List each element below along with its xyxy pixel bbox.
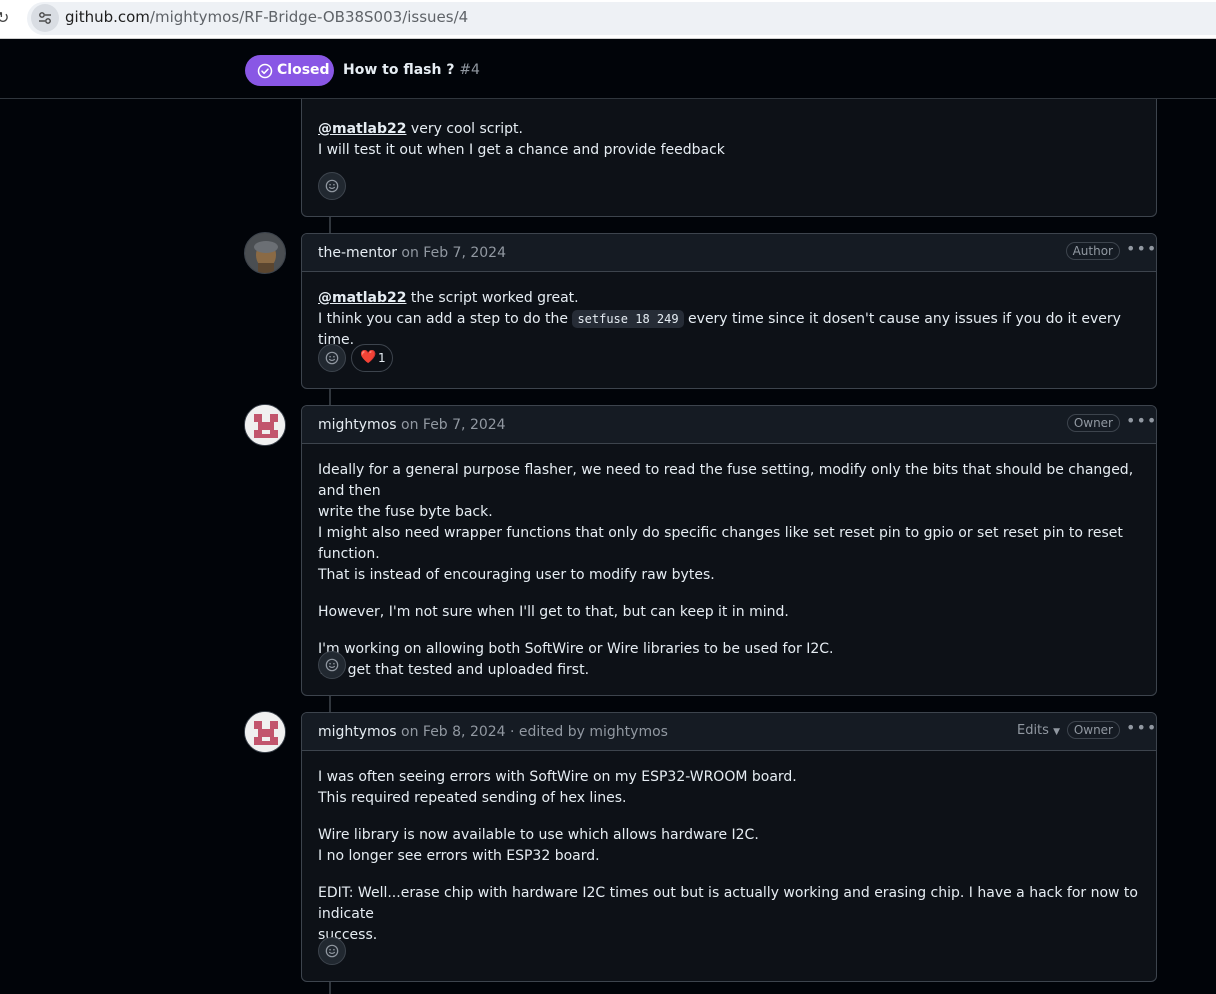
avatar-mightymos[interactable] — [244, 404, 286, 446]
timeline-connector — [329, 388, 331, 406]
timeline-connector — [329, 216, 331, 234]
comment-text: the script worked great. — [406, 290, 579, 306]
check-circle-icon — [257, 63, 273, 79]
edited-by-label: · edited by mightymos — [510, 724, 668, 740]
smiley-icon — [325, 179, 339, 193]
author-badge: Author — [1065, 242, 1120, 260]
smiley-icon — [325, 944, 339, 958]
url-text[interactable]: github.com/mightymos/RF-Bridge-OB38S003/… — [65, 8, 468, 26]
comment-header: mightymos on Feb 7, 2024 Owner ••• — [302, 406, 1156, 444]
comment-text: Wire library is now available to use whi… — [318, 827, 759, 843]
avatar-mightymos[interactable] — [244, 711, 286, 753]
owner-badge: Owner — [1066, 414, 1120, 432]
comment-header: the-mentor on Feb 7, 2024 Author ••• — [302, 234, 1156, 272]
user-mention[interactable]: @matlab22 — [318, 121, 406, 137]
sticky-issue-header-content: Closed How to flash ? #4 — [0, 39, 1216, 98]
comment-paragraph: EDIT: Well...erase chip with hardware I2… — [318, 883, 1140, 946]
comment-author-line: mightymos on Feb 7, 2024 — [318, 417, 506, 433]
edits-dropdown[interactable]: Edits ▼ — [1017, 723, 1060, 738]
comment-text: Ideally for a general purpose flasher, w… — [318, 462, 1134, 499]
heart-icon: ❤️ — [360, 350, 377, 365]
caret-down-icon: ▼ — [1053, 727, 1060, 737]
add-reaction-button[interactable] — [318, 344, 346, 372]
add-reaction-button[interactable] — [318, 651, 346, 679]
issue-title-text: How to flash ? — [343, 62, 455, 78]
comment-text: This required repeated sending of hex li… — [318, 790, 627, 806]
comment-paragraph: Wire library is now available to use whi… — [318, 825, 1140, 867]
comment-card: @matlab22 very cool script. I will test i… — [301, 80, 1157, 217]
add-reaction-button[interactable] — [318, 937, 346, 965]
reaction-count: 1 — [378, 351, 386, 365]
comment-header: mightymos on Feb 8, 2024 · edited by mig… — [302, 713, 1156, 751]
comment-author-line: mightymos on Feb 8, 2024 · edited by mig… — [318, 724, 668, 740]
heart-reaction-button[interactable]: ❤️ 1 — [351, 344, 393, 372]
smiley-icon — [325, 351, 339, 365]
avatar-the-mentor[interactable] — [244, 232, 286, 274]
comment-line: @matlab22 very cool script. I will test i… — [318, 119, 1140, 161]
owner-badge: Owner — [1066, 721, 1120, 739]
inline-code: setfuse 18 249 — [572, 310, 684, 328]
add-reaction-button[interactable] — [318, 172, 346, 200]
comment-text: EDIT: Well...erase chip with hardware I2… — [318, 885, 1138, 922]
issue-state-label: Closed — [277, 62, 330, 78]
kebab-icon[interactable]: ••• — [1126, 413, 1156, 432]
site-info-icon[interactable] — [31, 4, 59, 32]
issue-number: #4 — [459, 62, 480, 78]
comment-card: the-mentor on Feb 7, 2024 Author ••• @ma… — [301, 233, 1157, 389]
comment-text: write the fuse byte back. — [318, 504, 493, 520]
comment-author[interactable]: mightymos — [318, 724, 397, 740]
comment-author[interactable]: mightymos — [318, 417, 397, 433]
comment-date[interactable]: on Feb 7, 2024 — [401, 245, 506, 261]
timeline-connector — [329, 695, 331, 713]
comment-paragraph: However, I'm not sure when I'll get to t… — [318, 602, 1140, 623]
comment-text: However, I'm not sure when I'll get to t… — [318, 604, 789, 620]
comment-date[interactable]: on Feb 7, 2024 — [401, 417, 506, 433]
browser-address-bar: ↻ github.com/mightymos/RF-Bridge-OB38S00… — [0, 0, 1216, 39]
comment-text: I will test it out when I get a chance a… — [318, 142, 725, 158]
user-mention[interactable]: @matlab22 — [318, 290, 406, 306]
comment-text: I might also need wrapper functions that… — [318, 525, 1123, 562]
kebab-icon[interactable]: ••• — [1126, 720, 1156, 739]
comment-text: That is instead of encouraging user to m… — [318, 567, 715, 583]
reload-icon[interactable]: ↻ — [0, 8, 10, 28]
comment-text: I no longer see errors with ESP32 board. — [318, 848, 600, 864]
comment-author[interactable]: the-mentor — [318, 245, 397, 261]
comment-card: mightymos on Feb 8, 2024 · edited by mig… — [301, 712, 1157, 982]
edits-label: Edits — [1016, 723, 1049, 738]
comment-line: @matlab22 the script worked great. I thin… — [318, 288, 1140, 351]
comment-paragraph: I'm working on allowing both SoftWire or… — [318, 639, 1140, 681]
comment-card: mightymos on Feb 7, 2024 Owner ••• Ideal… — [301, 405, 1157, 696]
url-path: /mightymos/RF-Bridge-OB38S003/issues/4 — [149, 8, 469, 26]
smiley-icon — [325, 658, 339, 672]
comment-paragraph: I was often seeing errors with SoftWire … — [318, 767, 1140, 809]
comment-text: I'm working on allowing both SoftWire or… — [318, 641, 834, 657]
comment-author-line: the-mentor on Feb 7, 2024 — [318, 245, 506, 261]
url-host: github.com — [65, 8, 150, 26]
comment-date[interactable]: on Feb 8, 2024 — [401, 724, 506, 740]
issue-state-badge: Closed — [245, 55, 334, 86]
comment-text: very cool script. — [406, 121, 523, 137]
comment-text: Will get that tested and uploaded first. — [318, 662, 590, 678]
kebab-icon[interactable]: ••• — [1126, 241, 1156, 260]
timeline-connector — [329, 981, 331, 994]
comment-text: I think you can add a step to do the — [318, 311, 573, 327]
comment-paragraph: Ideally for a general purpose flasher, w… — [318, 460, 1140, 586]
comment-text: I was often seeing errors with SoftWire … — [318, 769, 797, 785]
issue-title[interactable]: How to flash ? #4 — [343, 62, 480, 78]
